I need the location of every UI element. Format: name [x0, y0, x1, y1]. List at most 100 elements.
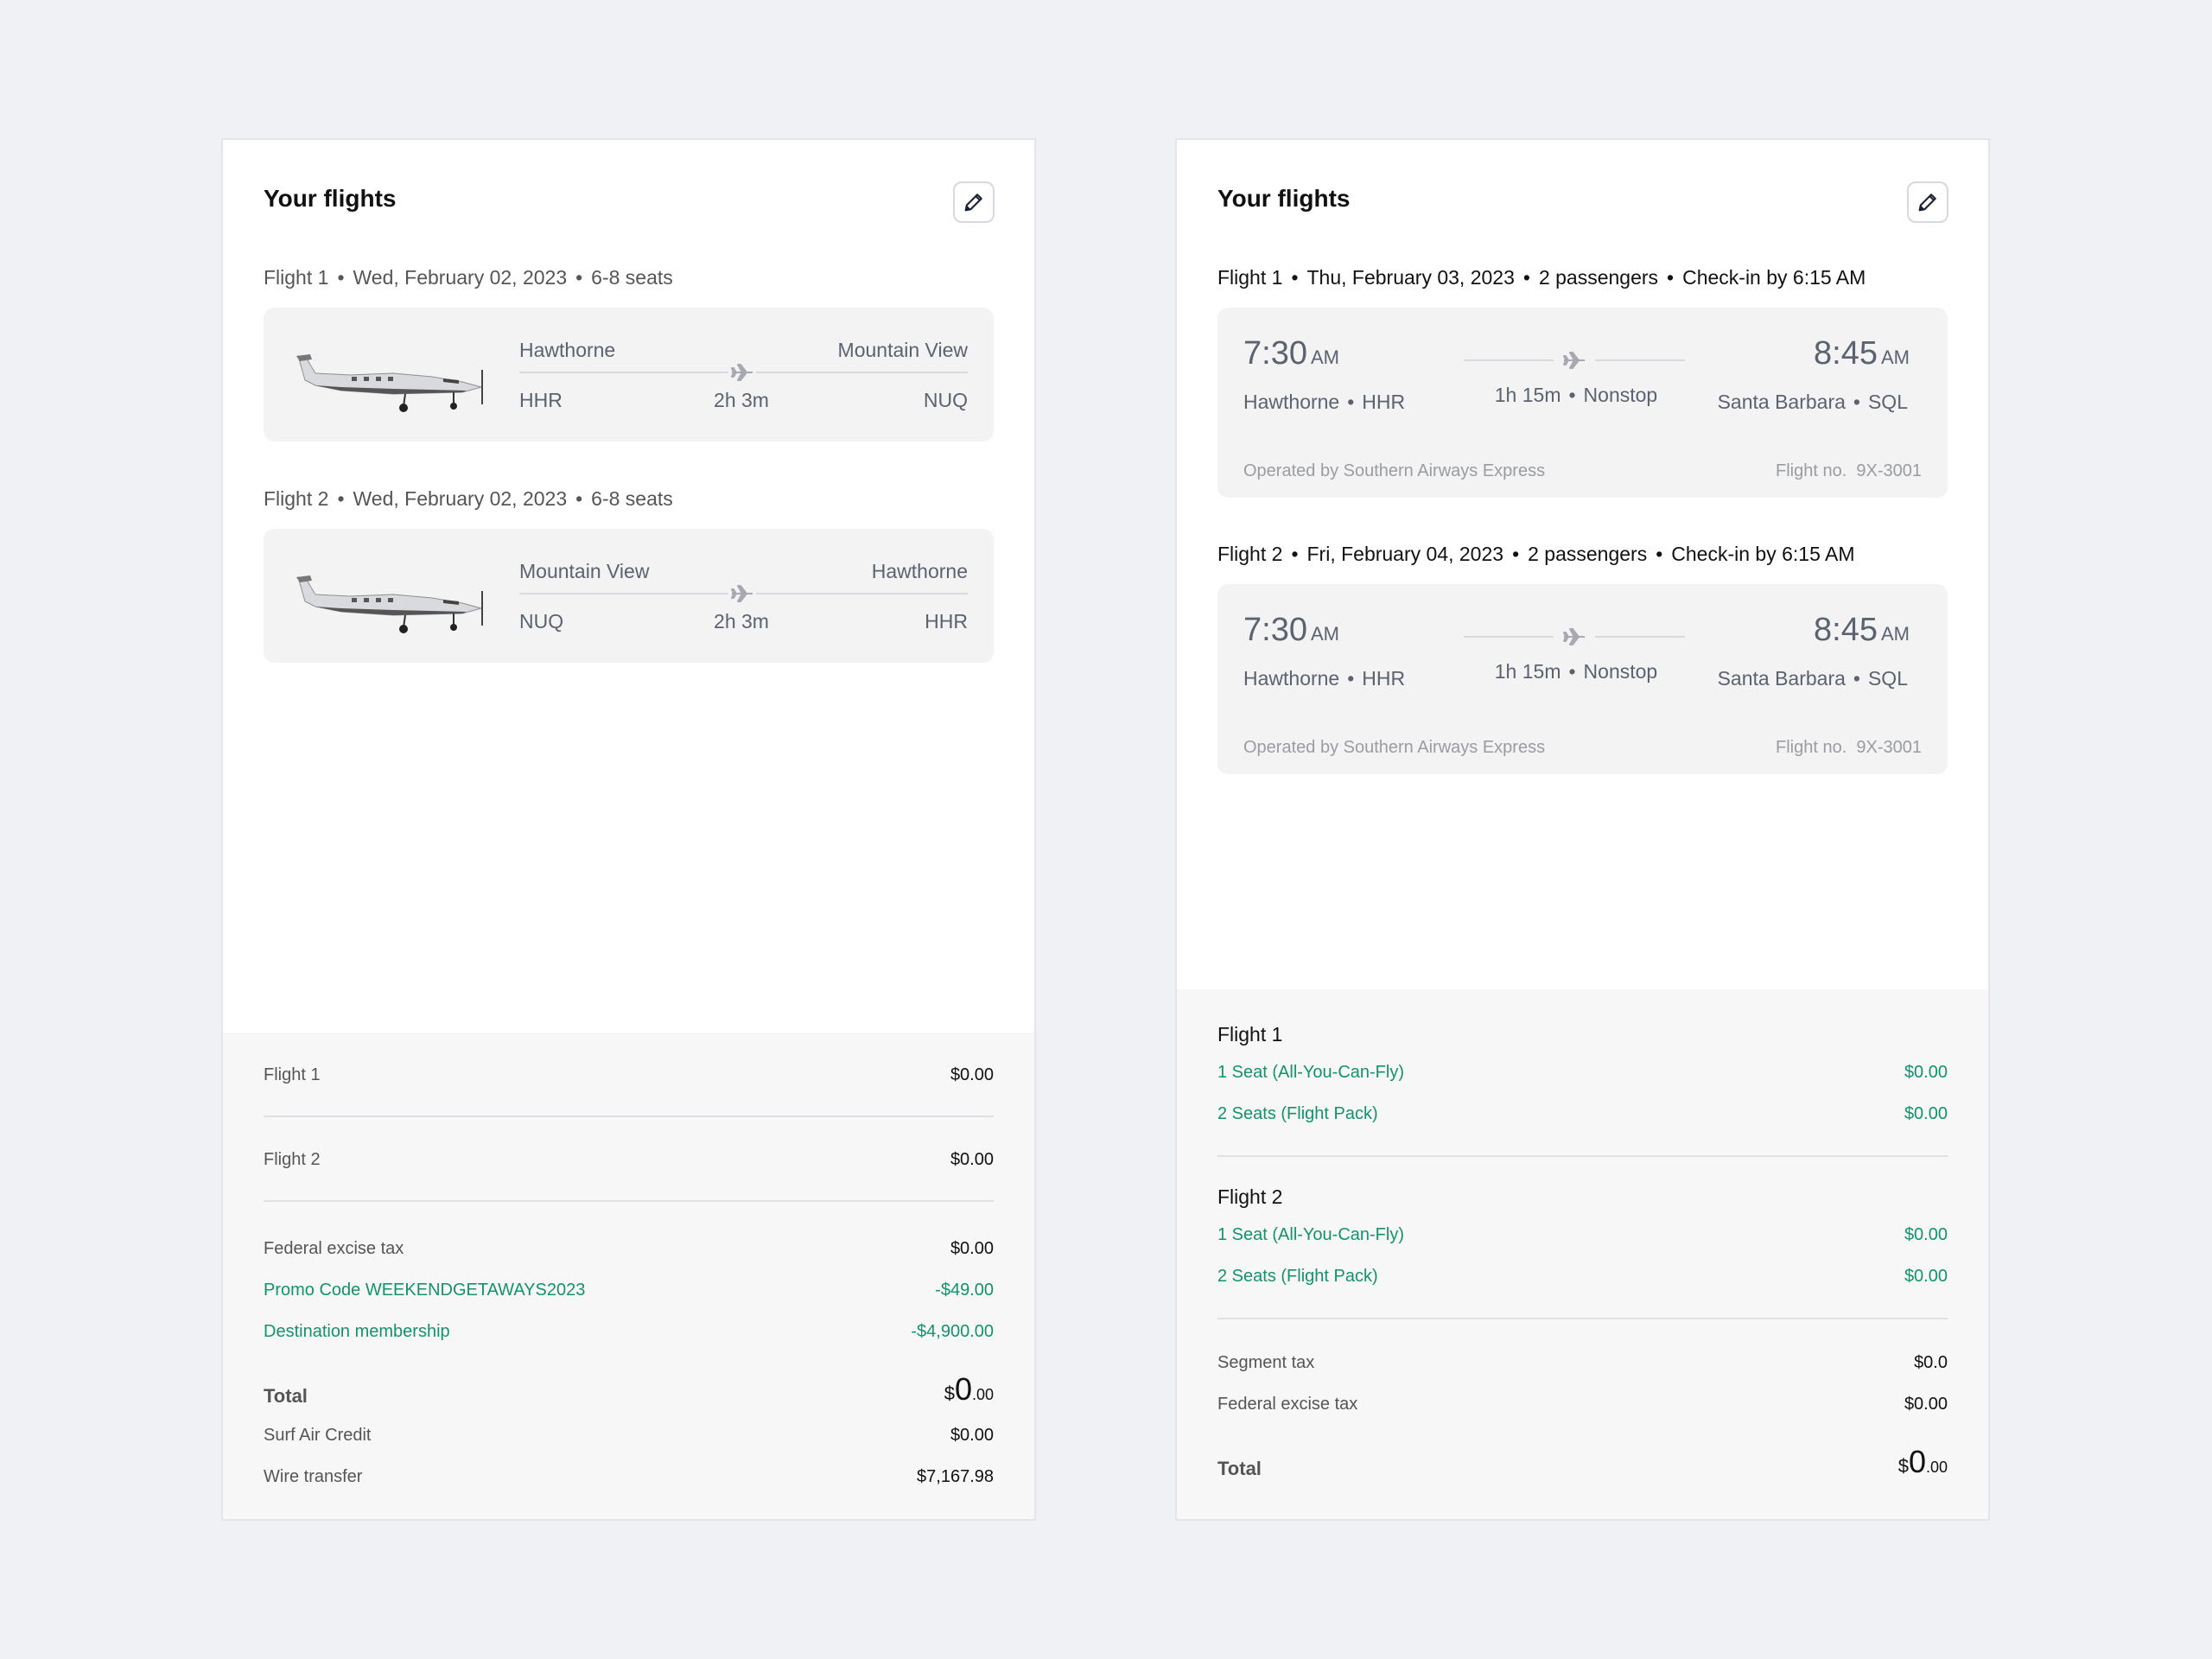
origin-code: NUQ: [519, 610, 564, 632]
row-label: Promo Code WEEKENDGETAWAYS2023: [264, 1280, 586, 1300]
duration: 1h 15m: [1494, 384, 1561, 406]
flight-header: Flight 2 • Fri, February 04, 2023 • 2 passen…: [1217, 543, 1855, 565]
departure-time: 7:30 AM: [1243, 335, 1339, 372]
row-amount: $0.00: [950, 1238, 994, 1258]
total-whole: 0: [1908, 1444, 1926, 1479]
price-summary: Flight 1 1 Seat (All-You-Can-Fly) $0.00 …: [1177, 989, 1988, 1519]
airport-code: SQL: [1867, 667, 1908, 690]
arrival-time: 8:45 AM: [1814, 335, 1910, 372]
airport-code: HHR: [1362, 391, 1406, 413]
row-label: Destination membership: [264, 1321, 450, 1341]
airplane-icon: [728, 581, 756, 607]
row-amount: $0.00: [1904, 1062, 1948, 1082]
summary-row-segment-tax: Segment tax $0.0: [1217, 1342, 1948, 1383]
summary-row-tax: Federal excise tax $0.00: [1217, 1383, 1948, 1425]
origin-city: Mountain View: [519, 560, 650, 582]
edit-flights-button[interactable]: [1907, 181, 1948, 223]
row-label: 2 Seats (Flight Pack): [1217, 1103, 1378, 1123]
flight-label: Flight 1: [1217, 266, 1283, 289]
flight-label: Flight 2: [264, 487, 329, 510]
origin-city: Hawthorne: [519, 339, 616, 361]
flights-card-right: Your flights Flight 1 • Thu, February 03, …: [1175, 138, 1990, 1521]
time-value: 7:30: [1243, 335, 1307, 372]
flight-seats: 6-8 seats: [591, 487, 673, 510]
airplane-icon: [728, 359, 756, 385]
flight-passengers: 2 passengers: [1538, 266, 1659, 289]
row-label: Flight 2: [264, 1149, 321, 1169]
row-amount: $0.00: [950, 1149, 994, 1169]
summary-row-seat: 2 Seats (Flight Pack) $0.00: [1217, 1255, 1948, 1297]
total-cents: .00: [971, 1386, 994, 1403]
row-label: Flight 1: [264, 1065, 321, 1084]
row-amount: $0.00: [1904, 1103, 1948, 1123]
duration-stops: 1h 15m • Nonstop: [1494, 384, 1658, 406]
route-line: [1595, 636, 1685, 638]
city: Santa Barbara: [1717, 667, 1846, 690]
flight-header: Flight 1 • Wed, February 02, 2023 • 6-8 seat…: [264, 266, 673, 289]
flight-passengers: 2 passengers: [1528, 543, 1648, 565]
summary-row-seat: 2 Seats (Flight Pack) $0.00: [1217, 1093, 1948, 1135]
departure-airport: Hawthorne • HHR: [1243, 391, 1406, 413]
total-row: Total $0.00: [264, 1370, 994, 1408]
row-amount: $0.00: [1904, 1224, 1948, 1244]
summary-row-wire: Wire transfer $7,167.98: [264, 1456, 994, 1497]
flight-number: Flight no. 9X-3001: [1776, 461, 1922, 480]
flight-header: Flight 2 • Wed, February 02, 2023 • 6-8 seat…: [264, 487, 673, 510]
edit-flights-button[interactable]: [953, 181, 995, 223]
checkin-time: Check-in by 6:15 AM: [1671, 543, 1855, 565]
row-label: 1 Seat (All-You-Can-Fly): [1217, 1062, 1405, 1082]
flight-label: Flight 2: [1217, 543, 1283, 565]
city: Santa Barbara: [1717, 391, 1846, 413]
flight-detail-card[interactable]: 7:30 AM 8:45 AM Hawthorne • HHR 1h 15m • Nonst…: [1217, 308, 1948, 498]
time-ampm: AM: [1881, 623, 1910, 645]
departure-airport: Hawthorne • HHR: [1243, 667, 1406, 690]
flight-route-card[interactable]: Hawthorne Mountain View HHR 2h 3m NUQ: [264, 308, 994, 442]
total-cents: .00: [1925, 1459, 1948, 1476]
summary-row-seat: 1 Seat (All-You-Can-Fly) $0.00: [1217, 1214, 1948, 1255]
total-label: Total: [264, 1385, 308, 1407]
arrival-time: 8:45 AM: [1814, 612, 1910, 649]
stops: Nonstop: [1583, 384, 1658, 406]
flight-header: Flight 1 • Thu, February 03, 2023 • 2 passen…: [1217, 266, 1866, 289]
duration: 1h 15m: [1494, 660, 1561, 683]
destination-city: Mountain View: [837, 339, 968, 361]
row-label: 1 Seat (All-You-Can-Fly): [1217, 1224, 1405, 1244]
summary-section-title: Flight 2: [1217, 1185, 1283, 1208]
flight-detail-card[interactable]: 7:30 AM 8:45 AM Hawthorne • HHR 1h 15m • Nonst…: [1217, 584, 1948, 774]
row-amount: -$4,900.00: [911, 1321, 994, 1341]
row-label: Federal excise tax: [264, 1238, 404, 1258]
flight-route-card[interactable]: Mountain View Hawthorne NUQ 2h 3m HHR: [264, 529, 994, 663]
time-ampm: AM: [1881, 346, 1910, 368]
card-title: Your flights: [1217, 185, 1351, 212]
arrival-airport: Santa Barbara • SQL: [1717, 667, 1908, 690]
currency-symbol: $: [944, 1382, 955, 1404]
total-amount: $0.00: [944, 1371, 994, 1408]
airport-code: HHR: [1362, 667, 1406, 690]
row-label: Federal excise tax: [1217, 1394, 1358, 1414]
city: Hawthorne: [1243, 667, 1340, 690]
card-title: Your flights: [264, 185, 397, 212]
flights-section: Your flights Flight 1 • Wed, February 02, …: [223, 140, 1034, 1033]
time-value: 7:30: [1243, 612, 1307, 648]
summary-row-credit: Surf Air Credit $0.00: [264, 1414, 994, 1456]
flight-duration: 2h 3m: [714, 610, 769, 632]
row-label: Wire transfer: [264, 1466, 363, 1486]
flight-number: Flight no. 9X-3001: [1776, 738, 1922, 757]
total-whole: 0: [954, 1371, 972, 1407]
pencil-icon: [1918, 194, 1936, 212]
airplane-icon: [1559, 624, 1590, 650]
flight-date: Wed, February 02, 2023: [353, 487, 568, 510]
route-line: [1464, 636, 1554, 638]
summary-row-promo: Promo Code WEEKENDGETAWAYS2023 -$49.00: [264, 1269, 994, 1311]
total-amount: $0.00: [1898, 1444, 1948, 1480]
flights-section: Your flights Flight 1 • Thu, February 03, …: [1177, 140, 1988, 989]
destination-city: Hawthorne: [871, 560, 968, 582]
summary-row-membership: Destination membership -$4,900.00: [264, 1311, 994, 1352]
row-amount: $0.00: [1904, 1266, 1948, 1286]
route-line: [1464, 359, 1554, 361]
total-label: Total: [1217, 1458, 1262, 1479]
total-row: Total $0.00: [1217, 1442, 1948, 1480]
origin-code: HHR: [519, 389, 563, 411]
checkin-time: Check-in by 6:15 AM: [1682, 266, 1866, 289]
airplane-icon: [1559, 347, 1590, 373]
